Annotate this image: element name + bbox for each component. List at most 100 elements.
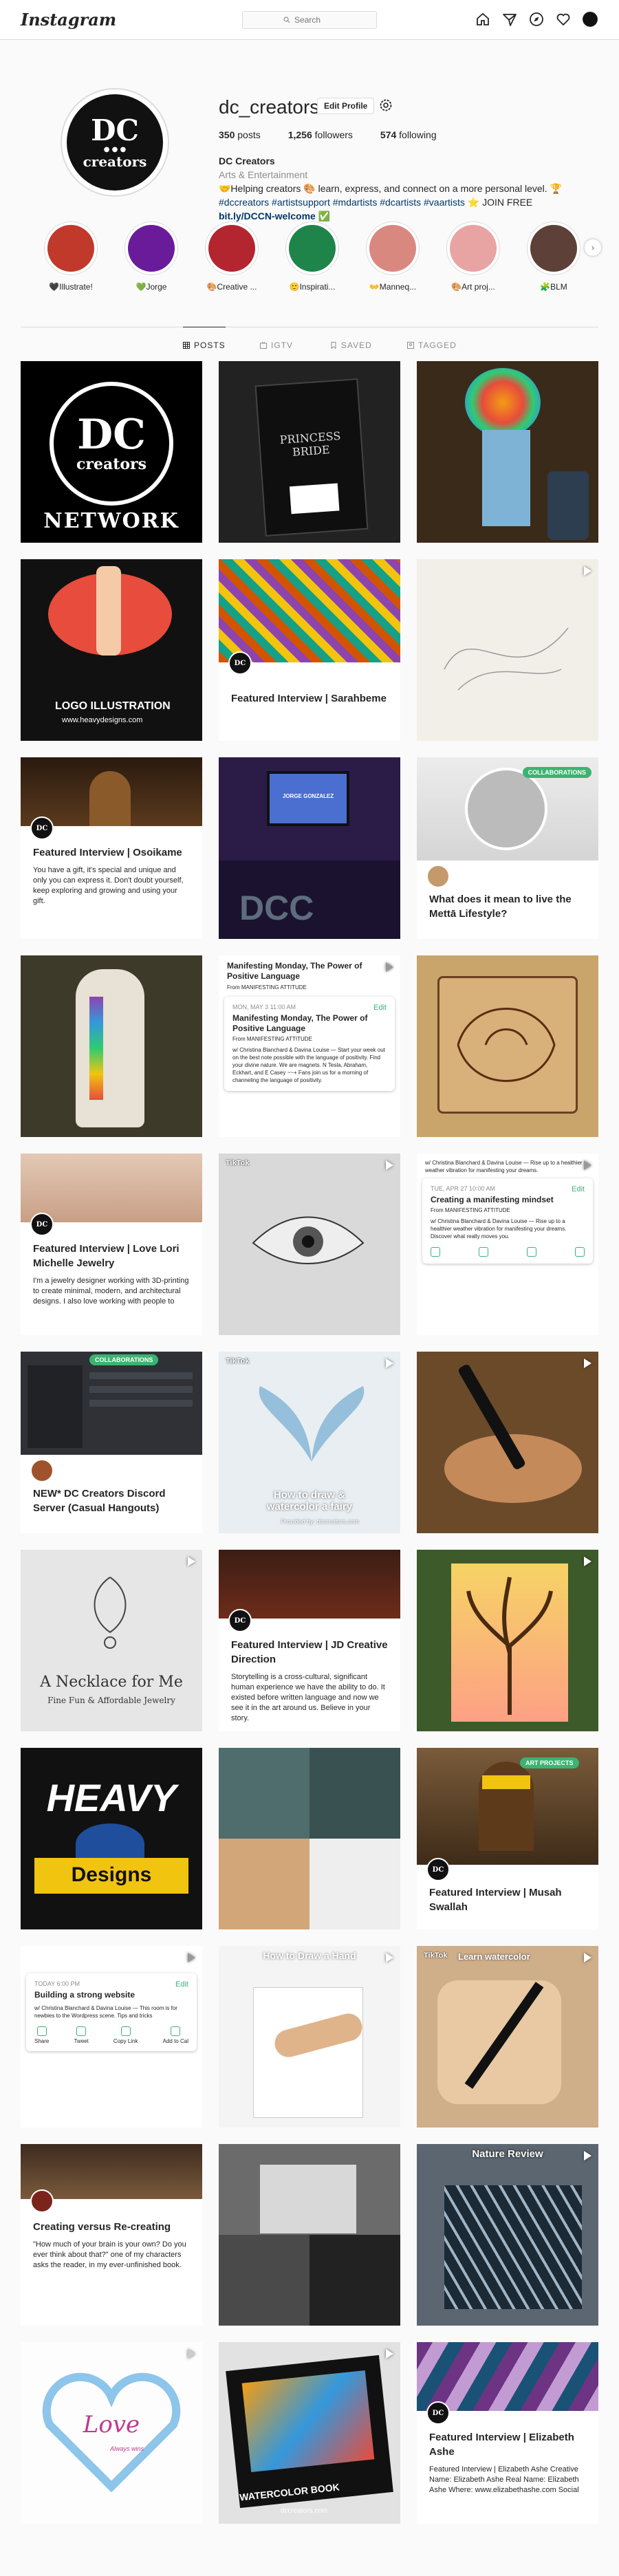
post-how-to-draw-hand[interactable]: How to Draw a Hand [219, 1946, 400, 2128]
share-button[interactable]: Share [34, 2026, 49, 2044]
tab-tagged[interactable]: TAGGED [407, 327, 457, 363]
post-tree-painting[interactable] [417, 1550, 598, 1731]
profile-avatar[interactable]: DC ● ● ● creators [61, 88, 169, 197]
post-featured-musah-swallah[interactable]: ART PROJECTS DC Featured Interview | Mus… [417, 1748, 598, 1929]
post-mannequin-rainbow[interactable] [21, 955, 202, 1137]
post-dc-creators-logo[interactable]: DC creators NETWORK [21, 361, 202, 543]
edit-link[interactable]: Edit [175, 1980, 188, 1989]
video-play-icon [386, 1160, 393, 1170]
home-icon[interactable] [473, 10, 492, 29]
event-date: TODAY 6:00 PM [34, 1980, 80, 1987]
video-play-icon [188, 2349, 195, 2359]
avatar-logo-subtext: creators [83, 153, 147, 170]
profile-username: dc_creators [219, 96, 320, 118]
tab-saved[interactable]: SAVED [330, 327, 372, 363]
post-featured-osoikame[interactable]: DC Featured Interview | Osoikame You hav… [21, 757, 202, 939]
post-discord-server[interactable]: COLLABORATIONS NEW* DC Creators Discord … [21, 1352, 202, 1533]
direct-messages-icon[interactable] [500, 10, 519, 29]
highlight-item[interactable]: 🎨Creative ... [201, 221, 263, 292]
post-featured-jd-creative[interactable]: DC Featured Interview | JD Creative Dire… [219, 1550, 400, 1731]
profile-display-name: DC Creators [219, 155, 275, 166]
avatar-logo-dots: ● ● ● [103, 145, 127, 153]
post-logo-illustration-lips[interactable]: LOGO ILLUSTRATION www.heavydesigns.com [21, 559, 202, 741]
post-eye-drawing-tiktok[interactable]: TikTok [219, 1154, 400, 1335]
highlight-cover [44, 221, 98, 275]
post-creating-vs-recreating[interactable]: Creating versus Re-creating "How much of… [21, 2144, 202, 2326]
profile-tabs: POSTS IGTV SAVED TAGGED [21, 327, 598, 362]
highlight-image [47, 225, 94, 272]
following-stat[interactable]: 574 following [380, 129, 437, 140]
search-box[interactable] [242, 11, 377, 29]
tiktok-watermark: TikTok [424, 1951, 448, 1960]
post-henna-box[interactable] [417, 955, 598, 1137]
post-featured-love-lori[interactable]: DC Featured Interview | Love Lori Michel… [21, 1154, 202, 1335]
highlight-label: 🎨Art proj... [451, 282, 495, 292]
tab-posts[interactable]: POSTS [183, 327, 226, 362]
event-body: w/ Christina Blanchard & Davina Louise —… [34, 2005, 177, 2019]
add-to-calendar-icon[interactable] [575, 1247, 585, 1257]
post-brush-eye[interactable] [417, 1352, 598, 1533]
followers-stat[interactable]: 1,256 followers [288, 129, 353, 140]
explore-compass-icon[interactable] [527, 10, 546, 29]
highlight-cover [124, 221, 178, 275]
post-rainbow-wig-child[interactable] [417, 361, 598, 543]
post-necklace-for-me[interactable]: A Necklace for Me Fine Fun & Affordable … [21, 1550, 202, 1731]
edit-profile-button[interactable]: Edit Profile [317, 98, 375, 114]
bio-hashtags[interactable]: #dccreators #artistsupport #mdartists #d… [219, 197, 465, 208]
event-body: w/ Christina Blanchard & Davina Louise —… [431, 1218, 567, 1240]
profile-avatar-icon[interactable] [580, 10, 600, 29]
copy-link-icon[interactable] [527, 1247, 536, 1257]
post-heavy-designs-logo[interactable]: HEAVY Designs [21, 1748, 202, 1929]
igtv-icon [260, 342, 267, 349]
highlights-next-arrow-icon[interactable]: › [585, 239, 601, 256]
post-body: "How much of your brain is your own? Do … [33, 2240, 186, 2269]
post-watercolor-book[interactable]: WATERCOLOR BOOK dccreators.com [219, 2342, 400, 2524]
post-caption: Nature Review [472, 2148, 543, 2160]
bio-join-text: ⭐ JOIN FREE [467, 197, 533, 208]
activity-heart-icon[interactable] [554, 10, 573, 29]
highlight-item[interactable]: 👐Manneq... [362, 221, 424, 292]
tweet-icon[interactable] [479, 1247, 488, 1257]
add-to-cal-button[interactable]: Add to Cal [163, 2026, 188, 2044]
add-to-cal-label: Add to Cal [162, 2038, 188, 2044]
post-body: You have a gift, it's special and unique… [33, 866, 184, 905]
post-watercolor-fairy[interactable]: TikTok How to draw & watercolor a fairy … [219, 1352, 400, 1533]
post-pencil-sketch[interactable] [417, 559, 598, 741]
post-learn-watercolor[interactable]: TikTok Learn watercolor [417, 1946, 598, 2128]
edit-link[interactable]: Edit [373, 1004, 387, 1012]
edit-link[interactable]: Edit [572, 1185, 585, 1193]
instagram-logo[interactable]: Instagram [21, 10, 116, 30]
highlight-item[interactable]: 🎨Art proj... [442, 221, 504, 292]
followers-label: followers [314, 129, 353, 140]
video-play-icon [386, 2349, 393, 2359]
post-princess-bride-vhs[interactable]: PRINCESS BRIDE [219, 361, 400, 543]
post-creating-manifesting-mindset[interactable]: w/ Christina Blanchard & Davina Louise —… [417, 1154, 598, 1335]
share-label: Share [34, 2038, 50, 2044]
post-body: Featured Interview | Elizabeth Ashe Crea… [429, 2465, 579, 2494]
bio-link[interactable]: bit.ly/DCCN-welcome ✅ [219, 209, 604, 223]
post-manifesting-monday[interactable]: Manifesting Monday, The Power of Positiv… [219, 955, 400, 1137]
settings-gear-icon[interactable] [377, 96, 395, 114]
copy-link-button[interactable]: Copy Link [113, 2026, 138, 2044]
post-building-collage[interactable] [219, 2144, 400, 2326]
highlight-item[interactable]: 🖤Illustrate! [40, 221, 102, 292]
post-metta-lifestyle[interactable]: COLLABORATIONS What does it mean to live… [417, 757, 598, 939]
post-featured-sarahbeme[interactable]: DC Featured Interview | Sarahbeme [219, 559, 400, 741]
post-hands-collage[interactable] [219, 1748, 400, 1929]
highlight-item[interactable]: 🙂Inspirati... [281, 221, 343, 292]
highlight-item[interactable]: 🧩BLM [523, 221, 585, 292]
share-icon[interactable] [431, 1247, 440, 1257]
post-studio-tv[interactable]: JORGE GONZALEZ DCC [219, 757, 400, 939]
post-building-website[interactable]: Edit TODAY 6:00 PM Building a strong web… [21, 1946, 202, 2128]
bookmark-icon [331, 342, 336, 349]
post-love-always-wins[interactable]: Love Always wins [21, 2342, 202, 2524]
post-nature-review-markers[interactable]: Nature Review [417, 2144, 598, 2326]
video-play-icon [386, 962, 393, 972]
tab-igtv[interactable]: IGTV [260, 327, 293, 363]
post-featured-elizabeth-ashe[interactable]: DC Featured Interview | Elizabeth Ashe F… [417, 2342, 598, 2524]
post-subtitle: Fine Fun & Affordable Jewelry [47, 1696, 175, 1705]
highlight-cover [446, 221, 500, 275]
tweet-button[interactable]: Tweet [74, 2026, 89, 2044]
search-input[interactable] [294, 15, 336, 25]
highlight-item[interactable]: 💚Jorge [120, 221, 182, 292]
